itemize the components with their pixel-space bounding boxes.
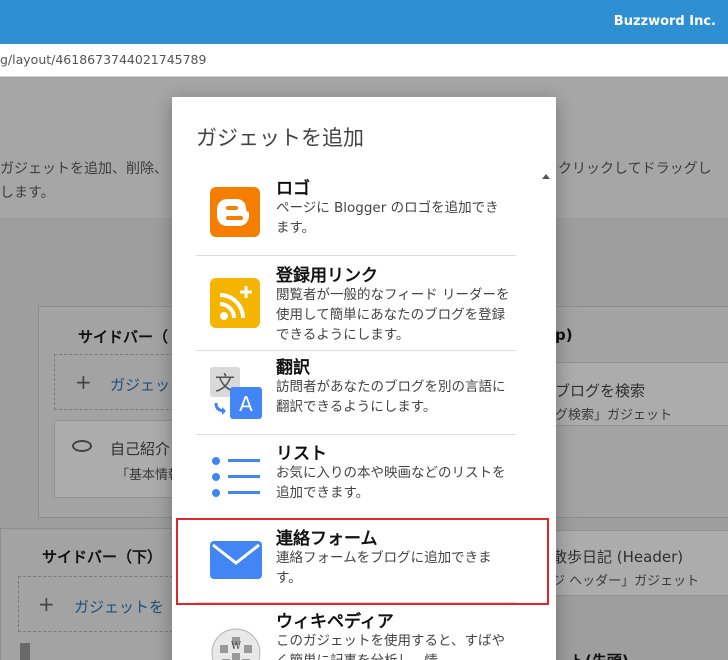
gadget-title: 翻訳 <box>276 358 310 378</box>
gadget-title: ロゴ <box>276 179 310 199</box>
sidebar-bottom-title: サイドバー（下） <box>42 548 163 566</box>
profile-gadget-title: 自己紹介 <box>110 440 171 458</box>
gadget-title: ウィキペディア <box>276 612 394 632</box>
gadget-title: リスト <box>276 444 327 464</box>
svg-text:W: W <box>231 641 242 652</box>
blog-search-title: ブログを検索 <box>555 382 646 400</box>
gadget-item-translate[interactable]: 文 A 翻訳 訪問者があなたのブログを別の言語に翻訳できるようにします。 <box>196 351 516 433</box>
wikipedia-globe-icon: W <box>210 627 262 660</box>
right-section-title: p) <box>555 326 573 344</box>
gadget-title: 登録用リンク <box>276 266 378 286</box>
address-bar[interactable]: g/layout/4618673744021745789 <box>0 44 728 77</box>
dialog-title: ガジェットを追加 <box>196 126 364 150</box>
eye-icon <box>72 440 92 452</box>
translate-icon: 文 A <box>210 363 264 425</box>
add-gadget-link-top[interactable]: ガジェッ <box>110 374 170 395</box>
gadget-item-list[interactable]: リスト お気に入りの本や映画などのリストを追加できます。 <box>196 435 516 517</box>
scroll-up-arrow-icon[interactable] <box>542 174 550 179</box>
blog-search-subtitle: グ検索」ガジェット <box>555 408 673 423</box>
url-text: g/layout/4618673744021745789 <box>0 52 207 67</box>
description-text-right: クリックしてドラッグし <box>558 161 712 177</box>
header-gadget-subtitle: ジ ヘッダー」ガジェット <box>552 574 700 589</box>
plus-icon: + <box>75 370 92 394</box>
gadget-description: このガジェットを使用すると、すばやく簡単に記事を分析し、情 <box>276 633 505 660</box>
description-text-left: ガジェットを追加、削除、 <box>0 161 168 177</box>
plus-icon: + <box>38 592 55 616</box>
list-icon <box>210 453 262 507</box>
gadget-description: お気に入りの本や映画などのリストを追加できます。 <box>276 465 506 501</box>
header-gadget-title: 散歩日記 (Header) <box>552 548 684 566</box>
gadget-item-subscribe-links[interactable]: 登録用リンク 閲覧者が一般的なフィード リーダーを使用して簡単にあなたのブログを… <box>196 256 516 350</box>
gadget-item-wikipedia[interactable]: W ウィキペディア このガジェットを使用すると、すばやく簡単に記事を分析し、情 <box>196 603 516 660</box>
gadget-item-logo[interactable]: ロゴ ページに Blogger のロゴを追加できます。 <box>196 172 516 254</box>
gadget-description: 閲覧者が一般的なフィード リーダーを使用して簡単にあなたのブログを登録できるよう… <box>276 287 510 343</box>
description-text-line2: します。 <box>0 185 55 201</box>
sidebar-top-title: サイドバー（ <box>78 328 169 346</box>
svg-text:A: A <box>239 392 253 416</box>
highlight-box <box>176 518 549 605</box>
add-gadget-link-bottom[interactable]: ガジェットを <box>74 596 164 617</box>
top-bar: Buzzword Inc. <box>0 0 728 44</box>
brand-name: Buzzword Inc. <box>613 14 716 29</box>
gadget-description: 訪問者があなたのブログを別の言語に翻訳できるようにします。 <box>276 379 506 415</box>
drag-handle[interactable] <box>20 643 30 660</box>
bottom-section-title: ト(先頭) <box>570 650 629 660</box>
gadget-description: ページに Blogger のロゴを追加できます。 <box>276 200 499 236</box>
profile-gadget-card[interactable] <box>54 420 184 498</box>
